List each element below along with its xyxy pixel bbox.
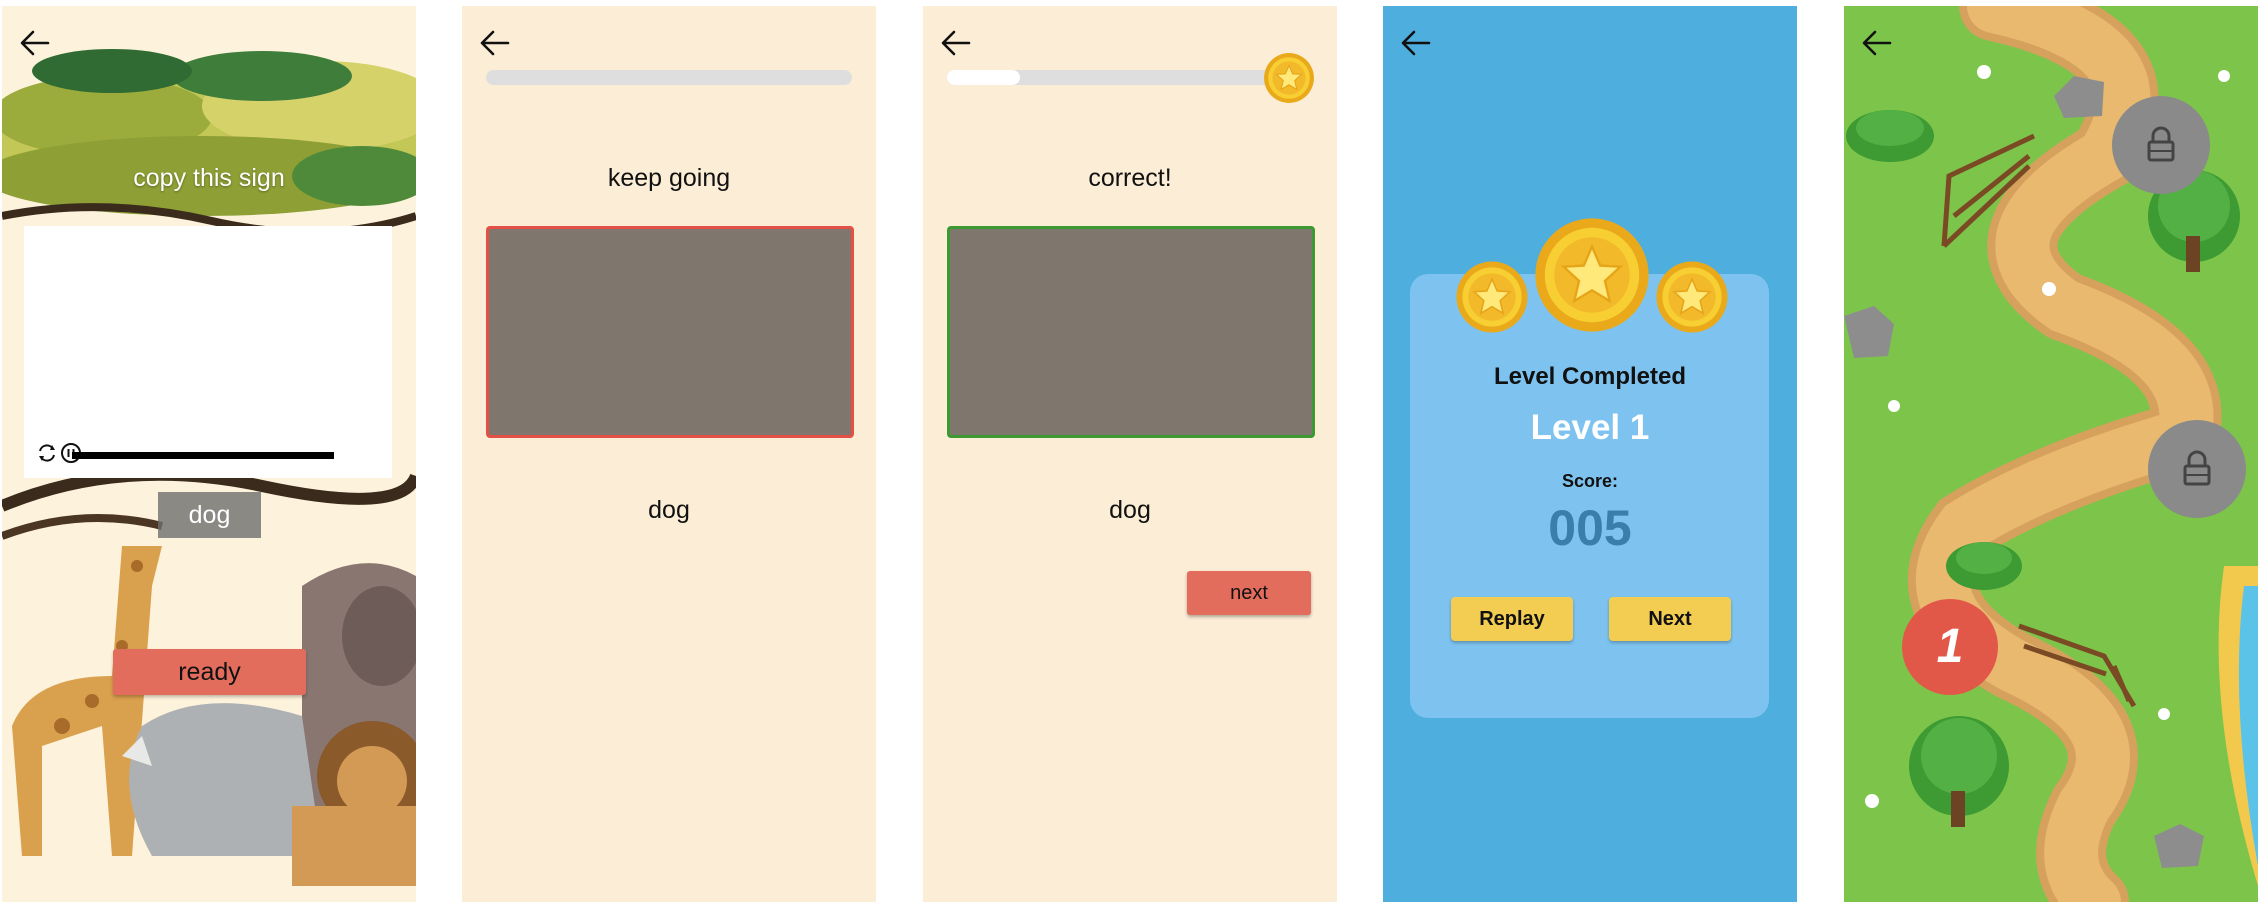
star-coin-icon: [1533, 216, 1651, 334]
level-title: Level 1: [1530, 408, 1650, 447]
lock-icon: [2177, 448, 2217, 488]
star-coin-icon: [1455, 260, 1529, 334]
arrow-left-icon: [939, 26, 973, 60]
lesson-progress-bar: [486, 70, 852, 85]
replay-icon[interactable]: [36, 442, 58, 464]
camera-preview: [486, 226, 854, 438]
back-button[interactable]: [1399, 26, 1439, 66]
screen-attempt: keep going dog: [462, 6, 876, 902]
camera-preview: [947, 226, 1315, 438]
locked-level-node[interactable]: [2112, 96, 2210, 194]
instruction-title: copy this sign: [133, 164, 285, 192]
replay-button[interactable]: Replay: [1451, 597, 1573, 641]
feedback-message: correct!: [1088, 164, 1172, 192]
results-card: [1410, 274, 1769, 718]
next-button[interactable]: next: [1187, 571, 1311, 615]
back-button[interactable]: [939, 26, 979, 66]
sign-video-player[interactable]: [24, 226, 392, 478]
screen-level-map: 1: [1844, 6, 2258, 902]
star-coin-icon: [1655, 260, 1729, 334]
feedback-message: keep going: [607, 164, 731, 192]
arrow-left-icon: [1399, 26, 1433, 60]
arrow-left-icon: [478, 26, 512, 60]
video-progress-track[interactable]: [72, 452, 334, 459]
lesson-progress-bar: [947, 70, 1313, 85]
level-completed-heading: Level Completed: [1493, 363, 1687, 390]
progress-fill: [947, 70, 1021, 85]
ready-button[interactable]: ready: [113, 649, 306, 695]
lock-icon: [2141, 124, 2181, 164]
screen-correct: correct! dog next: [923, 6, 1337, 902]
locked-level-node[interactable]: [2148, 420, 2246, 518]
score-value: 005: [1548, 500, 1632, 556]
sign-word-label: dog: [1109, 496, 1151, 524]
arrow-left-icon: [18, 26, 52, 60]
screen-video-lesson: copy this sign dog ready: [2, 6, 416, 902]
sign-word-label: dog: [158, 492, 261, 538]
screen-level-complete: Level Completed Level 1 Score: 005 Repla…: [1383, 6, 1797, 902]
star-coin-icon: [1263, 52, 1315, 104]
back-button[interactable]: [18, 26, 58, 66]
arrow-left-icon: [1860, 26, 1894, 60]
back-button[interactable]: [1860, 26, 1900, 66]
animals-illustration: [12, 546, 416, 886]
back-button[interactable]: [478, 26, 518, 66]
sign-word-label: dog: [648, 496, 690, 524]
next-level-button[interactable]: Next: [1609, 597, 1731, 641]
score-label: Score:: [1561, 471, 1619, 491]
level-1-node[interactable]: 1: [1902, 599, 1998, 695]
